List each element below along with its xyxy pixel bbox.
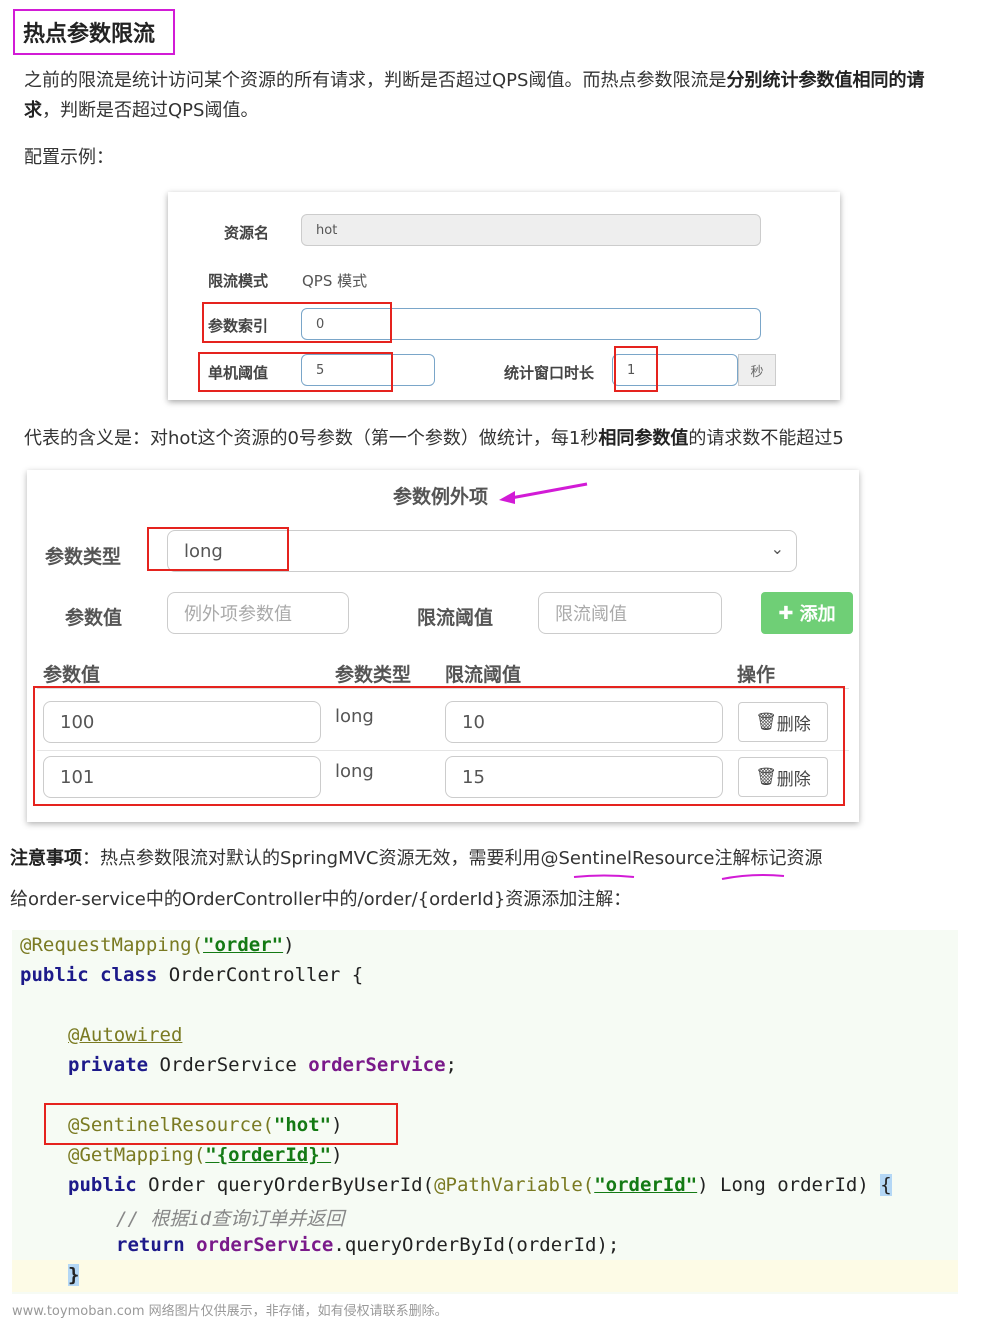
highlight-box: [614, 346, 658, 392]
plus-icon: ✚: [778, 602, 800, 624]
chevron-down-icon: ⌄: [770, 539, 784, 558]
param-type-label: 参数类型: [45, 546, 122, 568]
add-button[interactable]: ✚ 添加: [761, 592, 853, 634]
highlight-box: [202, 302, 392, 343]
pen-underline: [573, 874, 785, 880]
highlight-box: [147, 527, 289, 571]
window-label: 统计窗口时长: [504, 364, 595, 382]
watermark: www.toymoban.com 网络图片仅供展示，非存储，如有侵权请联系删除。: [12, 1304, 448, 1319]
window-unit: 秒: [738, 354, 776, 386]
limit-label: 限流阈值: [417, 607, 494, 629]
instruction-paragraph: 给order-service中的OrderController中的/order/…: [10, 889, 632, 910]
section-title: 热点参数限流: [13, 9, 175, 55]
table-header-type: 参数类型: [335, 664, 412, 686]
code-block: @RequestMapping("order") public class Or…: [12, 930, 958, 1294]
table-header-action: 操作: [737, 664, 776, 686]
current-line-highlight: [12, 1260, 958, 1292]
highlight-box: [44, 1103, 398, 1145]
param-value-input[interactable]: 例外项参数值: [167, 592, 349, 634]
highlight-box: [33, 686, 845, 806]
limit-input[interactable]: 限流阈值: [538, 592, 722, 634]
hot-param-rule-form: 资源名 hot 限流模式 QPS 模式 0 参数索引 5 单机阈值 统计窗口时长…: [168, 192, 840, 400]
config-example-label: 配置示例：: [24, 147, 114, 168]
meaning-paragraph: 代表的含义是：对hot这个资源的0号参数（第一个参数）做统计，每1秒相同参数值的…: [24, 428, 844, 449]
exception-heading: 参数例外项: [393, 486, 489, 508]
resource-label: 资源名: [224, 224, 270, 242]
table-header-value: 参数值: [43, 664, 101, 686]
resource-input[interactable]: hot: [301, 214, 761, 246]
mode-value: QPS 模式: [302, 272, 368, 290]
param-exception-panel: 参数例外项 参数类型 long ⌄ 参数值 例外项参数值 限流阈值 限流阈值 ✚…: [27, 470, 859, 822]
table-header-limit: 限流阈值: [445, 664, 522, 686]
pointer-arrow-icon: [499, 482, 588, 504]
mode-label: 限流模式: [208, 272, 269, 290]
highlight-box: [198, 352, 393, 392]
param-value-label: 参数值: [65, 607, 123, 629]
intro-paragraph: 之前的限流是统计访问某个资源的所有请求，判断是否超过QPS阈值。而热点参数限流是…: [24, 70, 925, 121]
